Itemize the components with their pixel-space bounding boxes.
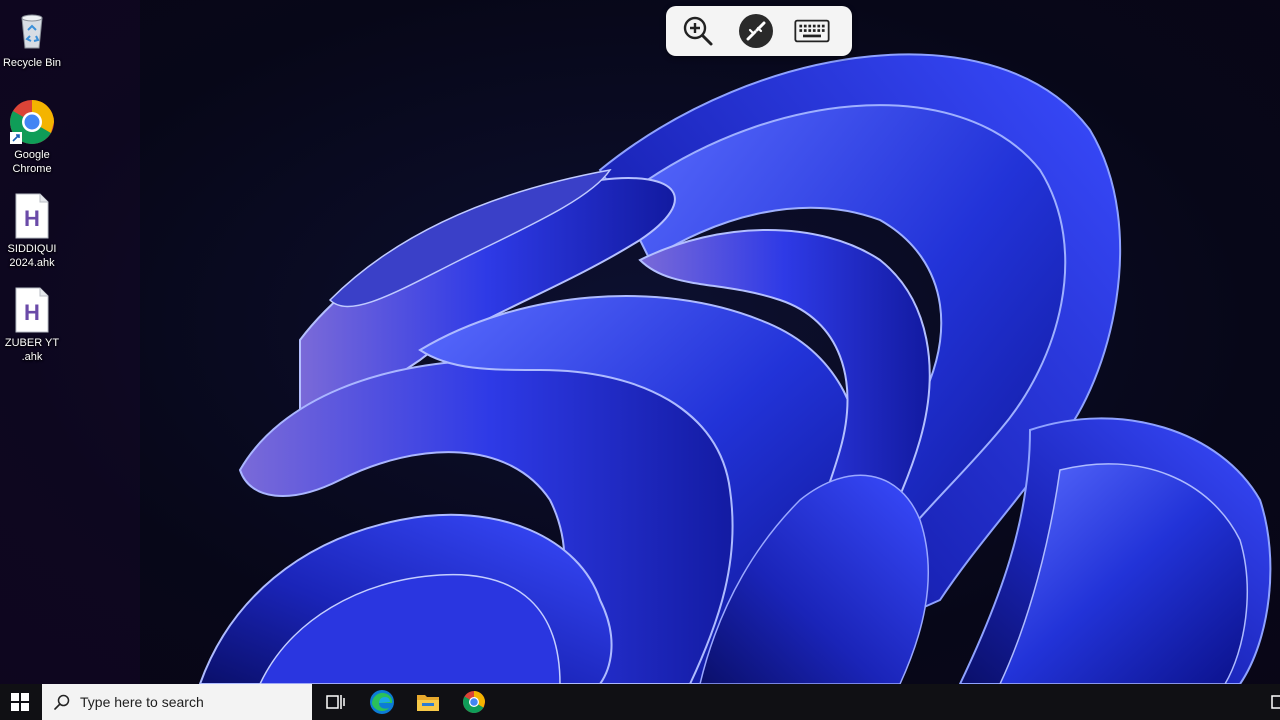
show-desktop-button[interactable] (1270, 694, 1280, 710)
zoom-in-icon[interactable] (680, 14, 716, 48)
edge-button[interactable] (360, 684, 404, 720)
desktop-icon-zuber-ahk[interactable]: H ZUBER YT .ahk (0, 286, 64, 364)
chrome-icon (8, 98, 56, 146)
taskbar: Type here to search (0, 684, 1280, 720)
svg-text:H: H (24, 206, 40, 231)
desktop-icon-label: Google Chrome (12, 149, 52, 175)
desktop-icon-label: SIDDIQUI 2024.ahk (7, 243, 57, 269)
windows-logo-icon (11, 693, 29, 711)
desktop-icon-siddiqui-ahk[interactable]: H SIDDIQUI 2024.ahk (0, 192, 64, 270)
ahk-file-icon: H (8, 192, 56, 240)
remote-desktop-toolbar (666, 6, 852, 56)
desktop-icon-label: Recycle Bin (2, 57, 62, 69)
desktop-icon-label: ZUBER YT .ahk (4, 337, 60, 363)
chrome-taskbar-button[interactable] (452, 684, 496, 720)
file-explorer-icon (417, 695, 439, 711)
notification-icon (1271, 695, 1280, 709)
remote-disconnect-icon[interactable] (738, 14, 774, 48)
recycle-bin-icon (8, 6, 56, 54)
chrome-icon (463, 691, 485, 713)
search-icon (54, 694, 70, 710)
desktop-icon-google-chrome[interactable]: Google Chrome (0, 98, 64, 176)
ahk-file-icon: H (8, 286, 56, 334)
task-view-button[interactable] (314, 684, 358, 720)
desktop-icon-recycle-bin[interactable]: Recycle Bin (0, 6, 64, 70)
start-button[interactable] (0, 684, 40, 720)
task-view-icon (326, 695, 345, 709)
taskbar-search-box[interactable]: Type here to search (42, 684, 312, 720)
desktop-wallpaper (0, 0, 1280, 720)
edge-icon (370, 690, 394, 714)
file-explorer-button[interactable] (406, 684, 450, 720)
svg-text:H: H (24, 300, 40, 325)
search-placeholder: Type here to search (80, 694, 204, 710)
keyboard-icon[interactable] (794, 14, 830, 48)
